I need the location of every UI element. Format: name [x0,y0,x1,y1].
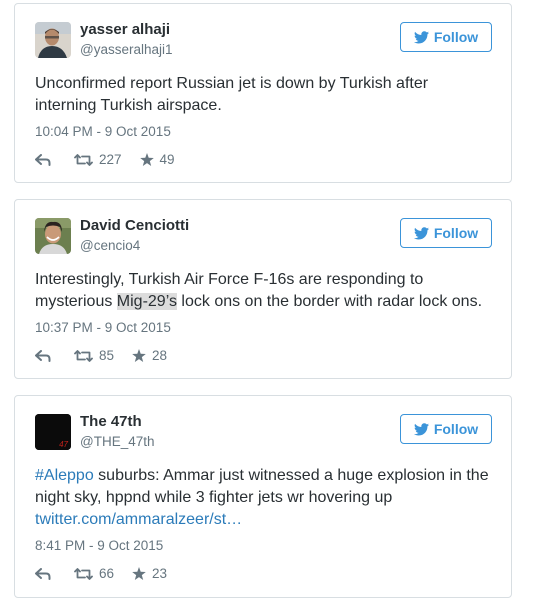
display-name[interactable]: yasser alhaji [80,21,170,38]
reply-icon [35,567,51,580]
star-icon [132,567,146,580]
timestamp[interactable]: 8:41 PM - 9 Oct 2015 [35,538,163,553]
follow-label: Follow [433,225,479,241]
reply-icon [35,349,51,362]
avatar[interactable] [35,22,71,58]
tweet-text: #Aleppo suburbs: Ammar just witnessed a … [35,465,493,531]
follow-label: Follow [433,421,479,437]
twitter-bird-icon [413,30,429,43]
hashtag-link[interactable]: #Aleppo [35,467,94,484]
display-name[interactable]: David Cenciotti [80,217,189,234]
follow-button[interactable]: Follow [400,22,492,52]
twitter-bird-icon [413,422,429,435]
retweet-icon [74,349,93,362]
like-count: 49 [159,152,175,167]
like-button[interactable]: 28 [132,348,167,363]
tweet-text-end: lock ons on the border with radar lock o… [176,293,483,310]
avatar[interactable]: 47 [35,414,71,450]
reply-button[interactable] [35,349,51,362]
tweet-card: 47 The 47th @THE_47th Follow #Aleppo sub… [14,395,512,598]
retweet-count: 227 [99,152,122,167]
screen-name[interactable]: @THE_47th [80,434,155,449]
reply-icon [35,153,51,166]
avatar-label: 47 [59,440,68,449]
tweet-text: Unconfirmed report Russian jet is down b… [35,75,429,114]
follow-button[interactable]: Follow [400,218,492,248]
timestamp[interactable]: 10:04 PM - 9 Oct 2015 [35,124,171,139]
url-link[interactable]: twitter.com/ammaralzeer/st… [35,511,242,528]
tweet-actions: 85 28 [35,348,167,363]
star-icon [132,349,146,362]
tweet-card: yasser alhaji @yasseralhaji1 Follow Unco… [14,3,512,183]
retweet-button[interactable]: 227 [74,152,122,167]
retweet-icon [74,153,93,166]
reply-button[interactable] [35,153,51,166]
highlighted-text: Mig-29’s [116,293,177,310]
display-name[interactable]: The 47th [80,413,142,430]
like-button[interactable]: 23 [132,566,167,581]
twitter-bird-icon [413,226,429,239]
screen-name[interactable]: @cencio4 [80,238,140,253]
star-icon [139,153,154,166]
tweet-text-body: suburbs: Ammar just witnessed a huge exp… [35,467,489,506]
reply-button[interactable] [35,567,51,580]
tweet-actions: 227 49 [35,152,175,167]
retweet-count: 66 [99,566,115,581]
retweet-button[interactable]: 85 [74,348,114,363]
tweet-card: David Cenciotti @cencio4 Follow Interest… [14,199,512,379]
like-count: 28 [152,348,168,363]
like-count: 23 [152,566,168,581]
avatar[interactable] [35,218,71,254]
like-button[interactable]: 49 [139,152,175,167]
follow-label: Follow [433,29,479,45]
tweet-actions: 66 23 [35,566,167,581]
retweet-icon [74,567,93,580]
retweet-button[interactable]: 66 [74,566,114,581]
retweet-count: 85 [99,348,115,363]
follow-button[interactable]: Follow [400,414,492,444]
tweet-text: Interestingly, Turkish Air Force F-16s a… [35,269,493,313]
timestamp[interactable]: 10:37 PM - 9 Oct 2015 [35,320,171,335]
screen-name[interactable]: @yasseralhaji1 [80,42,173,57]
